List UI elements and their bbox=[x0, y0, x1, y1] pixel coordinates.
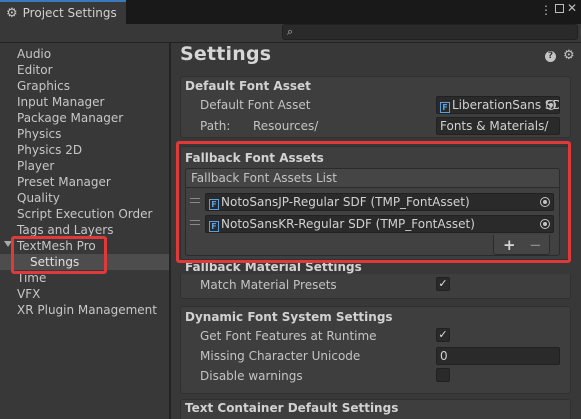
tab-title: Project Settings bbox=[22, 6, 117, 20]
sidebar-item-script-execution-order[interactable]: Script Execution Order bbox=[17, 206, 152, 222]
missing-character-label: Missing Character Unicode bbox=[200, 349, 361, 363]
highlight-fallback-font-assets bbox=[176, 141, 571, 263]
sidebar-item-physics[interactable]: Physics bbox=[17, 126, 61, 142]
match-material-presets-label: Match Material Presets bbox=[200, 278, 337, 292]
sidebar-item-physics-2d[interactable]: Physics 2D bbox=[17, 142, 82, 158]
maximize-icon[interactable] bbox=[555, 4, 564, 13]
sidebar-item-editor[interactable]: Editor bbox=[17, 62, 53, 78]
search-icon: ⌕ bbox=[287, 25, 294, 38]
page-title: Settings bbox=[180, 43, 272, 65]
section-header-dynamic-font: Dynamic Font System Settings bbox=[185, 310, 393, 324]
sidebar-item-graphics[interactable]: Graphics bbox=[17, 78, 70, 94]
get-font-features-checkbox[interactable]: ✓ bbox=[436, 328, 450, 342]
help-icon[interactable]: ? bbox=[545, 51, 556, 62]
font-asset-icon: F bbox=[440, 102, 450, 113]
sidebar-item-xr-plugin-management[interactable]: XR Plugin Management bbox=[17, 302, 157, 318]
path-label: Path: bbox=[200, 119, 231, 133]
path-prefix: Resources/ bbox=[253, 119, 319, 133]
toolbar: ⌕ bbox=[0, 24, 581, 42]
window-title-bar: ⚙ Project Settings ⋮ ✕ bbox=[0, 0, 581, 24]
default-font-asset-field[interactable]: F LiberationSans SDF bbox=[436, 96, 560, 114]
sidebar-item-vfx[interactable]: VFX bbox=[17, 286, 40, 302]
sidebar-item-quality[interactable]: Quality bbox=[17, 190, 60, 206]
path-input[interactable]: Fonts & Materials/ bbox=[436, 117, 560, 135]
missing-character-input[interactable]: 0 bbox=[436, 347, 560, 365]
sidebar-item-package-manager[interactable]: Package Manager bbox=[17, 110, 123, 126]
window-menu-icon[interactable]: ⋮ bbox=[540, 3, 552, 17]
section-header-text-container: Text Container Default Settings bbox=[185, 401, 399, 415]
gear-icon: ⚙ bbox=[6, 5, 18, 21]
settings-gear-icon[interactable]: ⚙ bbox=[563, 48, 575, 63]
disable-warnings-checkbox[interactable] bbox=[436, 368, 450, 382]
highlight-textmesh-pro-settings bbox=[11, 236, 107, 274]
sidebar-item-input-manager[interactable]: Input Manager bbox=[17, 94, 105, 110]
close-icon[interactable]: ✕ bbox=[567, 1, 577, 15]
default-font-asset-label: Default Font Asset bbox=[200, 98, 311, 112]
search-input[interactable]: ⌕ bbox=[282, 24, 578, 40]
disable-warnings-label: Disable warnings bbox=[200, 369, 303, 383]
get-font-features-label: Get Font Features at Runtime bbox=[200, 329, 377, 343]
match-material-presets-checkbox[interactable]: ✓ bbox=[436, 277, 450, 291]
tab-project-settings[interactable]: ⚙ Project Settings bbox=[0, 0, 126, 24]
section-header-default-font-asset: Default Font Asset bbox=[185, 79, 311, 93]
sidebar-item-player[interactable]: Player bbox=[17, 158, 54, 174]
object-picker-icon[interactable] bbox=[546, 100, 556, 110]
sidebar-item-preset-manager[interactable]: Preset Manager bbox=[17, 174, 111, 190]
default-font-asset-value: LiberationSans SDF bbox=[452, 98, 560, 112]
sidebar-item-audio[interactable]: Audio bbox=[17, 46, 51, 62]
